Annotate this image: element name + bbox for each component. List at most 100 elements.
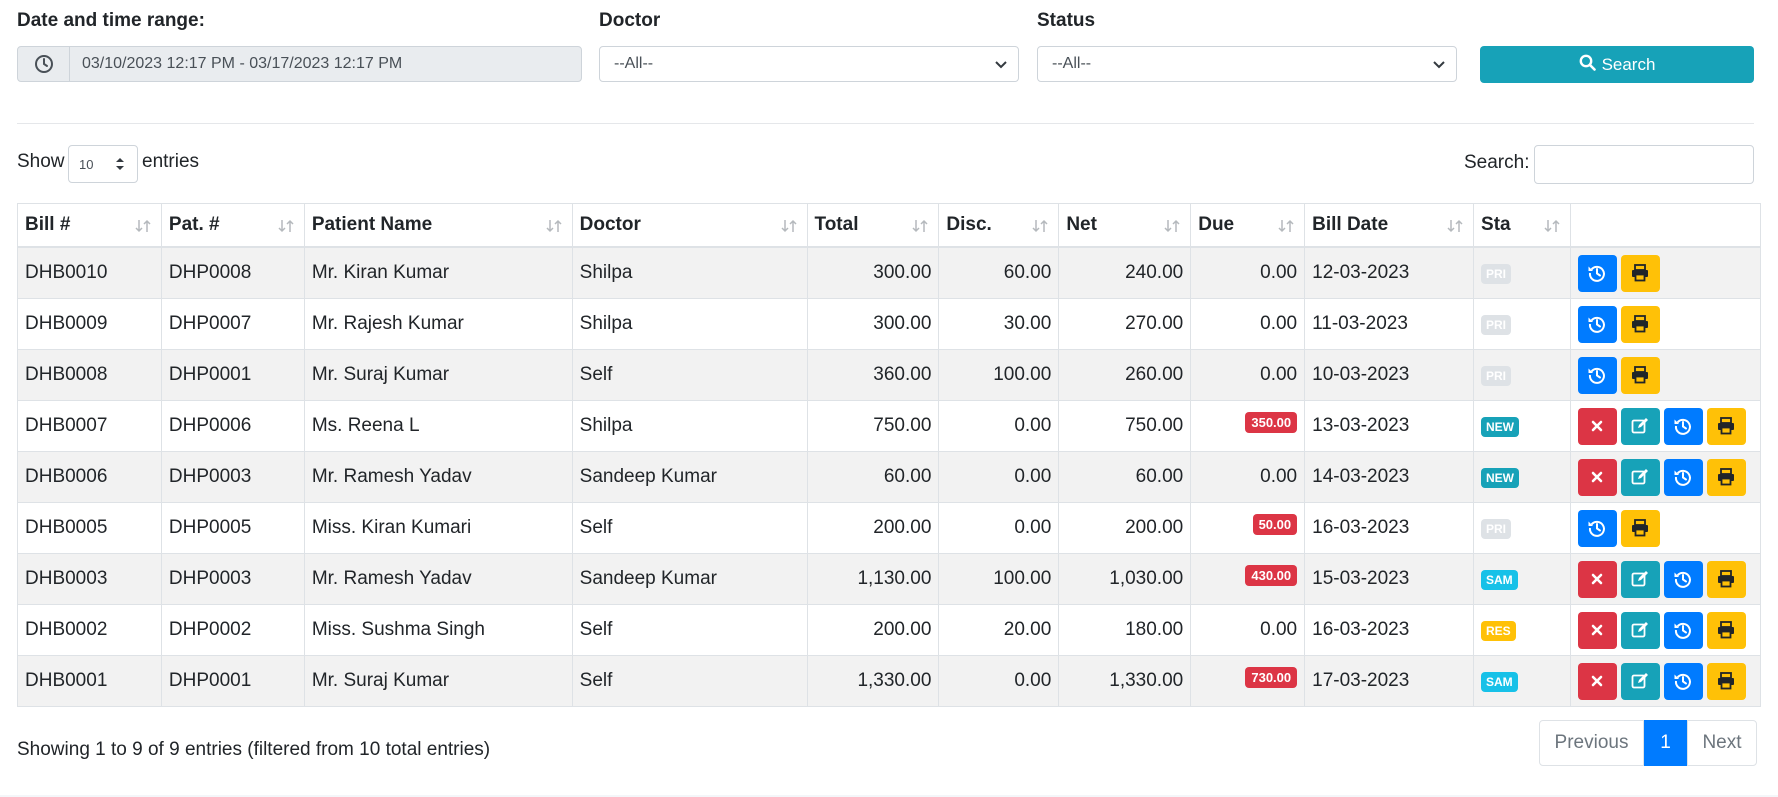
cell-doctor: Self <box>571 604 808 656</box>
pagination-previous[interactable]: Previous <box>1539 720 1644 766</box>
cell-patient-no: DHP0007 <box>160 298 305 350</box>
history-button[interactable] <box>1663 611 1703 649</box>
cell-doctor: Shilpa <box>571 298 808 350</box>
row-actions <box>1577 254 1753 292</box>
column-header-discount[interactable]: Disc. <box>938 203 1060 248</box>
cell-patient-no: DHP0003 <box>160 451 305 503</box>
cell-discount: 100.00 <box>938 349 1060 401</box>
date-range-input[interactable]: 03/10/2023 12:17 PM - 03/17/2023 12:17 P… <box>17 46 582 82</box>
column-header-patient-no[interactable]: Pat. # <box>160 203 305 248</box>
column-header-doctor[interactable]: Doctor <box>571 203 808 248</box>
delete-button[interactable] <box>1577 407 1617 445</box>
cell-bill-date: 11-03-2023 <box>1304 298 1475 350</box>
print-button[interactable] <box>1620 254 1660 292</box>
print-button[interactable] <box>1706 662 1746 700</box>
cell-actions <box>1569 655 1762 707</box>
print-button[interactable] <box>1620 305 1660 343</box>
doctor-select[interactable]: --All-- <box>599 46 1019 82</box>
column-header-due[interactable]: Due <box>1190 203 1306 248</box>
column-header-bill-date[interactable]: Bill Date <box>1304 203 1475 248</box>
edit-button[interactable] <box>1620 611 1660 649</box>
print-button[interactable] <box>1706 560 1746 598</box>
edit-icon <box>1630 416 1650 436</box>
search-button[interactable]: Search <box>1480 46 1754 83</box>
status-badge: NEW <box>1481 468 1520 488</box>
edit-icon <box>1630 467 1650 487</box>
table-row: DHB0007 DHP0006 Ms. Reena L Shilpa 750.00 0.0… <box>17 400 1762 452</box>
cell-discount: 0.00 <box>938 655 1060 707</box>
cell-actions <box>1569 604 1762 656</box>
status-select[interactable]: --All-- <box>1037 46 1457 82</box>
print-button[interactable] <box>1620 356 1660 394</box>
edit-button[interactable] <box>1620 407 1660 445</box>
cell-patient-no: DHP0001 <box>160 349 305 401</box>
cell-doctor: Shilpa <box>571 400 808 452</box>
due-badge: 350.00 <box>1245 412 1298 433</box>
pagination-next[interactable]: Next <box>1687 720 1757 766</box>
cell-total: 300.00 <box>806 246 940 299</box>
history-button[interactable] <box>1577 305 1617 343</box>
status-badge: PRI <box>1481 366 1512 386</box>
history-button[interactable] <box>1663 560 1703 598</box>
cell-net: 200.00 <box>1058 502 1192 554</box>
cell-actions <box>1569 553 1762 605</box>
print-icon <box>1716 671 1736 691</box>
history-button[interactable] <box>1577 509 1617 547</box>
status-badge: NEW <box>1481 417 1520 437</box>
edit-button[interactable] <box>1620 458 1660 496</box>
due-badge: 730.00 <box>1245 667 1298 688</box>
column-header-label: Bill # <box>25 214 71 235</box>
cell-status: PRI <box>1473 246 1571 299</box>
delete-button[interactable] <box>1577 611 1617 649</box>
column-header-total[interactable]: Total <box>806 203 940 248</box>
cell-actions <box>1569 451 1762 503</box>
history-button[interactable] <box>1577 254 1617 292</box>
history-button[interactable] <box>1663 458 1703 496</box>
edit-button[interactable] <box>1620 560 1660 598</box>
print-button[interactable] <box>1706 407 1746 445</box>
cell-status: SAM <box>1473 655 1571 707</box>
print-button[interactable] <box>1706 458 1746 496</box>
cell-patient-name: Miss. Sushma Singh <box>303 604 573 656</box>
page-length-select[interactable]: 10 <box>68 145 138 183</box>
clock-icon <box>18 47 70 81</box>
cell-bill-date: 14-03-2023 <box>1304 451 1475 503</box>
history-button[interactable] <box>1663 407 1703 445</box>
column-header-status[interactable]: Sta <box>1473 203 1571 248</box>
pagination-page-1[interactable]: 1 <box>1644 720 1687 766</box>
cell-patient-name: Mr. Suraj Kumar <box>303 349 573 401</box>
table-header-row: Bill # Pat. # Patient Name Doctor Total Disc.… <box>17 203 1762 248</box>
sort-icon <box>546 217 562 239</box>
table-search-input[interactable] <box>1534 145 1754 184</box>
history-icon <box>1673 467 1693 487</box>
table-body: DHB0010 DHP0008 Mr. Kiran Kumar Shilpa 300.0… <box>17 246 1762 707</box>
cell-doctor: Shilpa <box>571 246 808 299</box>
history-button[interactable] <box>1663 662 1703 700</box>
sort-icon <box>135 217 151 239</box>
entries-label: entries <box>142 151 200 172</box>
history-button[interactable] <box>1577 356 1617 394</box>
history-icon <box>1673 569 1693 589</box>
sort-icon <box>1164 217 1180 239</box>
delete-button[interactable] <box>1577 458 1617 496</box>
history-icon <box>1587 263 1607 283</box>
cell-due: 430.00 <box>1190 553 1306 605</box>
delete-button[interactable] <box>1577 662 1617 700</box>
status-badge: PRI <box>1481 519 1512 539</box>
column-header-label: Bill Date <box>1312 214 1389 235</box>
print-button[interactable] <box>1620 509 1660 547</box>
column-header-net[interactable]: Net <box>1058 203 1192 248</box>
print-button[interactable] <box>1706 611 1746 649</box>
table-info: Showing 1 to 9 of 9 entries (filtered fr… <box>17 739 491 760</box>
history-icon <box>1673 671 1693 691</box>
edit-button[interactable] <box>1620 662 1660 700</box>
cell-status: NEW <box>1473 400 1571 452</box>
column-header-label: Doctor <box>579 214 641 235</box>
delete-button[interactable] <box>1577 560 1617 598</box>
cell-patient-no: DHP0005 <box>160 502 305 554</box>
cell-total: 1,130.00 <box>806 553 940 605</box>
column-header-patient-name[interactable]: Patient Name <box>303 203 573 248</box>
status-badge: PRI <box>1481 264 1512 284</box>
column-header-bill[interactable]: Bill # <box>17 203 162 248</box>
column-header-label: Total <box>814 214 859 235</box>
